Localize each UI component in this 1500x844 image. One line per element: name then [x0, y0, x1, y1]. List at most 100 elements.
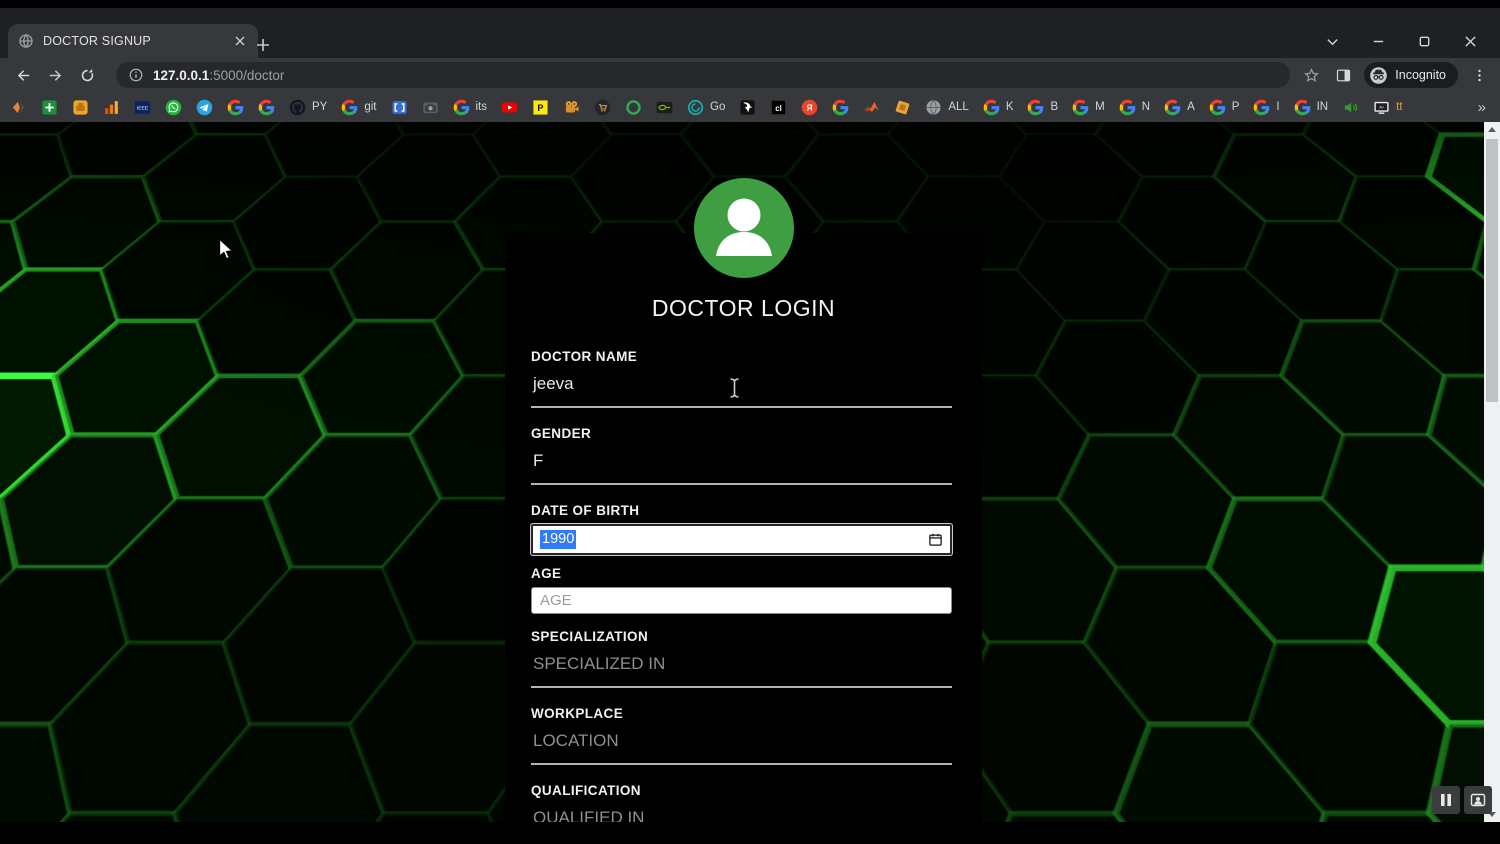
bookmark-item[interactable]: [196, 99, 213, 116]
reload-button[interactable]: [74, 62, 100, 88]
bookmark-item[interactable]: N: [1119, 99, 1150, 116]
field-specialization: SPECIALIZATIONSPECIALIZED IN: [531, 629, 952, 688]
bookmark-item[interactable]: [832, 99, 849, 116]
bookmark-item[interactable]: Go: [687, 99, 725, 116]
bookmark-label: IN: [1317, 101, 1329, 113]
green-ring-icon: [625, 99, 642, 116]
google-icon: [1119, 99, 1136, 116]
minimize-button[interactable]: [1362, 28, 1394, 54]
bookmark-item[interactable]: [72, 99, 89, 116]
chevron-down-icon[interactable]: [1316, 28, 1348, 54]
bookmark-item[interactable]: [227, 99, 244, 116]
bookmark-item[interactable]: ALL: [925, 99, 968, 116]
bookmark-item[interactable]: cl: [770, 99, 787, 116]
movie-camera-icon: [563, 99, 580, 116]
browser-window: DOCTOR SIGNUP: [0, 0, 1500, 844]
telegram-icon: [196, 99, 213, 116]
bookmark-item[interactable]: A: [1164, 99, 1195, 116]
bookmark-label: git: [364, 101, 376, 113]
bookmark-item[interactable]: [501, 99, 518, 116]
bookmark-item[interactable]: B: [1027, 99, 1058, 116]
text-input[interactable]: SPECIALIZED IN: [531, 644, 952, 688]
bookmark-item[interactable]: M: [1072, 99, 1105, 116]
google-icon: [453, 99, 470, 116]
bookmark-item[interactable]: [165, 99, 182, 116]
field-label: DATE OF BIRTH: [531, 503, 952, 518]
text-cursor: [728, 377, 741, 404]
google-icon: [1253, 99, 1270, 116]
incognito-badge[interactable]: Incognito: [1364, 62, 1458, 88]
field-workplace: WORKPLACELOCATION: [531, 706, 952, 765]
forward-button[interactable]: [42, 62, 68, 88]
bookmark-item[interactable]: [656, 99, 673, 116]
photo-button[interactable]: [1464, 786, 1492, 814]
new-tab-button[interactable]: [250, 32, 276, 58]
bookmark-label: P: [1232, 101, 1240, 113]
text-input[interactable]: jeeva: [531, 364, 952, 408]
maximize-button[interactable]: [1408, 28, 1440, 54]
address-bar[interactable]: 127.0.0.1:5000/doctor: [116, 62, 1290, 88]
bookmark-item[interactable]: git: [341, 99, 376, 116]
bookmark-item[interactable]: [625, 99, 642, 116]
bookmark-item[interactable]: P: [532, 99, 549, 116]
bookmark-item[interactable]: PY: [289, 99, 327, 116]
browser-tab[interactable]: DOCTOR SIGNUP: [8, 24, 258, 58]
site-info-icon[interactable]: [129, 68, 143, 82]
google-icon: [1164, 99, 1181, 116]
window-top-strip: [0, 0, 1500, 8]
bookmark-star-icon[interactable]: [1300, 64, 1322, 86]
text-input[interactable]: F: [531, 441, 952, 485]
menu-dots-icon[interactable]: [1468, 64, 1490, 86]
url-host: 127.0.0.1: [153, 68, 209, 83]
bookmark-item[interactable]: [41, 99, 58, 116]
bookmark-item[interactable]: [894, 99, 911, 116]
bookmark-item[interactable]: Я: [801, 99, 818, 116]
bookmark-item[interactable]: [103, 99, 120, 116]
field-label: WORKPLACE: [531, 706, 952, 721]
text-input[interactable]: QUALIFIED IN: [531, 798, 952, 822]
bookmark-item[interactable]: [563, 99, 580, 116]
text-input[interactable]: AGE: [531, 587, 952, 614]
youtube-icon: [501, 99, 518, 116]
bookmark-item[interactable]: [594, 99, 611, 116]
text-input[interactable]: LOCATION: [531, 721, 952, 765]
bookmark-item[interactable]: [10, 99, 27, 116]
calendar-icon[interactable]: [928, 532, 943, 547]
bookmark-item[interactable]: P: [1209, 99, 1240, 116]
google-icon: [341, 99, 358, 116]
date-input[interactable]: 1990: [531, 524, 952, 555]
bookmark-item[interactable]: its: [453, 99, 488, 116]
scrollbar-thumb[interactable]: [1486, 139, 1498, 402]
bookmark-item[interactable]: [391, 99, 408, 116]
bookmark-item[interactable]: AVtt: [1373, 99, 1402, 116]
mouse-cursor: [218, 238, 240, 267]
svg-text:AV: AV: [1379, 105, 1384, 109]
incognito-label: Incognito: [1395, 68, 1446, 82]
google-icon: [1027, 99, 1044, 116]
bookmark-item[interactable]: K: [983, 99, 1014, 116]
bookmark-label: A: [1187, 101, 1195, 113]
scrollbar[interactable]: [1484, 122, 1500, 822]
bookmark-item[interactable]: [422, 99, 439, 116]
bookmark-item[interactable]: [258, 99, 275, 116]
field-label: AGE: [531, 566, 952, 581]
url-path: :5000/doctor: [209, 68, 284, 83]
bookmark-item[interactable]: I: [1253, 99, 1279, 116]
bookmark-item[interactable]: IEEE: [134, 99, 151, 116]
bookmarks-bar: IEEE PY git its P Go cl Я ALL K BMN A P I IN AVtt »: [0, 92, 1500, 123]
bookmark-label: K: [1006, 101, 1014, 113]
back-button[interactable]: [10, 62, 36, 88]
bookmark-item[interactable]: IN: [1294, 99, 1329, 116]
close-button[interactable]: [1454, 28, 1486, 54]
bookmark-item[interactable]: [739, 99, 756, 116]
bookmark-item[interactable]: [863, 99, 880, 116]
field-label: QUALIFICATION: [531, 783, 952, 798]
bookmark-item[interactable]: [1342, 99, 1359, 116]
pause-button[interactable]: [1432, 786, 1460, 814]
scrollbar-up-arrow[interactable]: [1484, 122, 1500, 137]
side-panel-icon[interactable]: [1332, 64, 1354, 86]
bookmarks-overflow-chevron[interactable]: »: [1474, 99, 1490, 116]
tab-strip: DOCTOR SIGNUP: [0, 8, 1500, 58]
globe-icon: [18, 33, 34, 49]
close-tab-icon[interactable]: [231, 33, 248, 50]
